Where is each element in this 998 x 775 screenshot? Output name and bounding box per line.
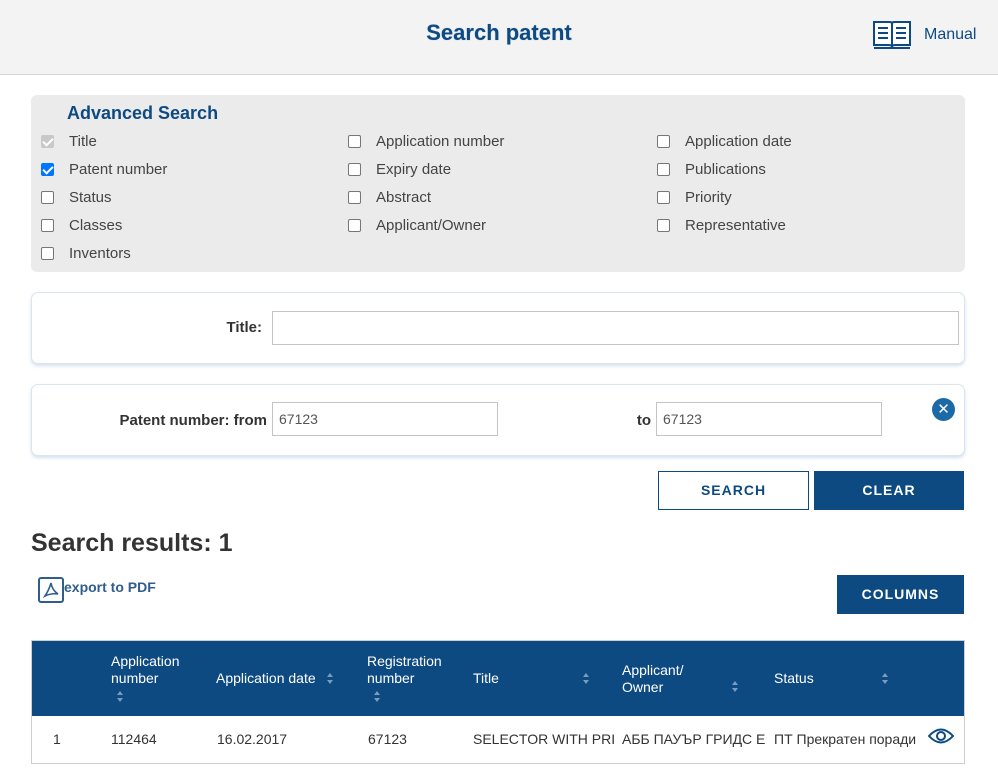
advanced-search-title: Advanced Search: [67, 103, 219, 123]
pdf-icon: [38, 577, 64, 603]
page-title: Search patent: [426, 20, 572, 45]
option-label: Representative: [685, 216, 786, 234]
export-pdf-label: export to PDF: [64, 579, 156, 595]
results-table: Application number Application date Regi…: [31, 640, 965, 764]
clear-button[interactable]: CLEAR: [814, 471, 964, 510]
applicant-owner-checkbox: [348, 218, 361, 232]
option-label: Status: [69, 188, 112, 206]
option-priority[interactable]: Priority: [657, 187, 732, 207]
cell-title: SELECTOR WITH PRI: [473, 731, 614, 747]
patent-number-checkbox: [41, 162, 54, 176]
option-label: Priority: [685, 188, 732, 206]
publications-checkbox: [657, 162, 670, 176]
column-header-registration-number[interactable]: Registration number: [367, 653, 457, 687]
application-date-checkbox: [657, 134, 670, 148]
option-label: Classes: [69, 216, 123, 234]
option-abstract[interactable]: Abstract: [348, 187, 431, 207]
columns-button[interactable]: COLUMNS: [837, 575, 964, 614]
column-header-application-number[interactable]: Application number: [111, 653, 201, 687]
classes-checkbox: [41, 218, 54, 232]
column-header-status[interactable]: Status: [774, 670, 874, 687]
cell-status: ПТ Прекратен поради: [774, 731, 916, 747]
sort-icon[interactable]: [583, 673, 590, 684]
cell-registration-number: 67123: [368, 731, 407, 747]
option-label: Patent number: [69, 160, 168, 178]
column-header-application-date[interactable]: Application date: [216, 670, 326, 687]
title-field-label: Title:: [226, 319, 262, 336]
cell-row-number: 1: [53, 731, 61, 747]
option-classes[interactable]: Classes: [41, 215, 122, 235]
sort-icon[interactable]: [374, 691, 381, 702]
export-pdf-link[interactable]: export to PDF: [38, 577, 156, 603]
patent-number-filter-panel: Patent number: from to ✕: [31, 384, 965, 456]
patent-number-to-input[interactable]: [656, 402, 882, 436]
column-header-applicant-owner[interactable]: Applicant/ Owner: [622, 662, 702, 696]
abstract-checkbox: [348, 190, 361, 204]
option-label: Applicant/Owner: [376, 216, 487, 234]
application-number-checkbox: [348, 134, 361, 148]
option-representative[interactable]: Representative: [657, 215, 786, 235]
status-checkbox: [41, 190, 54, 204]
eye-icon[interactable]: [928, 727, 954, 745]
option-application-number[interactable]: Application number: [348, 131, 504, 151]
patent-number-to-label: to: [636, 412, 651, 429]
remove-filter-button[interactable]: ✕: [932, 398, 955, 421]
sort-icon[interactable]: [882, 673, 889, 684]
option-label: Application date: [685, 132, 792, 150]
option-label: Title: [69, 132, 97, 150]
option-status[interactable]: Status: [41, 187, 112, 207]
top-bar: Search patent Manual: [0, 0, 998, 75]
option-label: Publications: [685, 160, 766, 178]
sort-icon[interactable]: [117, 691, 124, 702]
patent-number-from-label: Patent number: from: [119, 412, 267, 429]
representative-checkbox: [657, 218, 670, 232]
title-input[interactable]: [272, 311, 959, 345]
title-checkbox: [41, 134, 54, 148]
option-expiry-date[interactable]: Expiry date: [348, 159, 451, 179]
manual-label: Manual: [924, 26, 977, 43]
patent-number-from-input[interactable]: [272, 402, 498, 436]
inventors-checkbox: [41, 246, 54, 260]
advanced-search-panel: Advanced Search Title Patent number Stat…: [31, 95, 965, 272]
option-label: Application number: [376, 132, 505, 150]
book-icon: [873, 21, 911, 49]
sort-icon[interactable]: [732, 681, 739, 692]
title-filter-panel: Title:: [31, 292, 965, 364]
option-label: Abstract: [376, 188, 432, 206]
cell-application-number: 112464: [111, 731, 157, 747]
option-label: Inventors: [69, 244, 131, 262]
option-applicant-owner[interactable]: Applicant/Owner: [348, 215, 486, 235]
table-header: Application number Application date Regi…: [32, 641, 964, 716]
results-title: Search results: 1: [31, 529, 233, 557]
option-inventors[interactable]: Inventors: [41, 243, 131, 263]
manual-link[interactable]: Manual: [872, 18, 976, 52]
expiry-date-checkbox: [348, 162, 361, 176]
option-publications[interactable]: Publications: [657, 159, 766, 179]
search-button[interactable]: SEARCH: [658, 471, 809, 510]
close-icon: ✕: [937, 401, 950, 418]
cell-applicant-owner: АББ ПАУЪР ГРИДС Е: [622, 731, 766, 747]
option-patent-number[interactable]: Patent number: [41, 159, 167, 179]
option-label: Expiry date: [376, 160, 452, 178]
column-header-title[interactable]: Title: [473, 670, 573, 687]
cell-application-date: 16.02.2017: [217, 731, 288, 747]
priority-checkbox: [657, 190, 670, 204]
sort-icon[interactable]: [327, 673, 334, 684]
option-application-date[interactable]: Application date: [657, 131, 792, 151]
option-title[interactable]: Title: [41, 131, 97, 151]
